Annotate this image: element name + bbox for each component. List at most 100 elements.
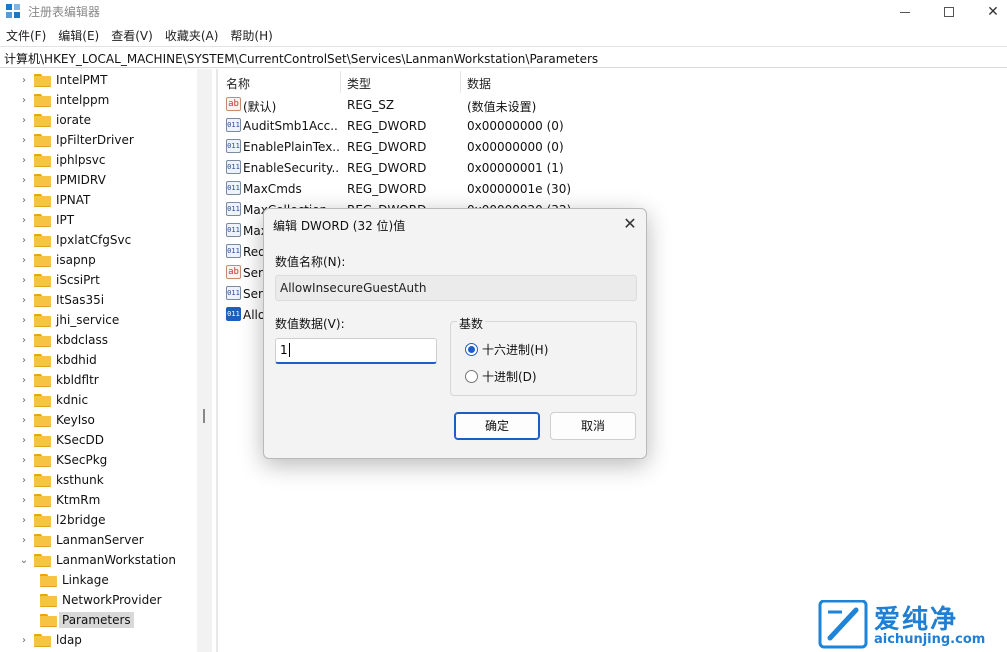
pane-splitter[interactable] (216, 69, 218, 652)
tree-item[interactable]: › ItSas35i (18, 290, 104, 310)
folder-icon (34, 233, 51, 247)
chevron-right-icon[interactable]: › (18, 234, 30, 246)
binary-value-icon: 011 (226, 244, 241, 258)
menu-view[interactable]: 查看(V) (105, 25, 159, 45)
tree-item[interactable]: › IPT (18, 210, 74, 230)
tree-item-label: kbdclass (56, 333, 108, 347)
chevron-right-icon[interactable]: › (18, 134, 30, 146)
tree-item[interactable]: › iphlpsvc (18, 150, 105, 170)
chevron-down-icon[interactable]: ⌄ (18, 554, 30, 566)
chevron-right-icon[interactable]: › (18, 154, 30, 166)
dialog-close-button[interactable]: ✕ (620, 214, 640, 234)
value-name-cell: AuditSmb1Acc... (243, 119, 339, 133)
tree-item[interactable]: Linkage (40, 570, 109, 590)
close-window-button[interactable]: ✕ (970, 0, 1007, 24)
chevron-right-icon[interactable]: › (18, 74, 30, 86)
chevron-right-icon[interactable]: › (18, 394, 30, 406)
tree-item[interactable]: › ksthunk (18, 470, 104, 490)
tree-item-label: kbldfltr (56, 373, 99, 387)
column-header-type[interactable]: 类型 (341, 71, 461, 93)
column-header-data[interactable]: 数据 (461, 71, 621, 93)
chevron-right-icon[interactable]: › (18, 194, 30, 206)
chevron-right-icon[interactable]: › (18, 414, 30, 426)
chevron-right-icon[interactable]: › (18, 374, 30, 386)
chevron-right-icon[interactable]: › (18, 634, 30, 646)
tree-item[interactable]: › IPNAT (18, 190, 90, 210)
tree-item[interactable]: › IntelPMT (18, 70, 108, 90)
ok-button[interactable]: 确定 (454, 412, 540, 440)
menu-edit[interactable]: 编辑(E) (52, 25, 105, 45)
value-row[interactable]: 011 AuditSmb1Acc... REG_DWORD 0x00000000 (0… (220, 116, 1007, 137)
chevron-right-icon[interactable]: › (18, 214, 30, 226)
tree-item[interactable]: › KeyIso (18, 410, 95, 430)
chevron-right-icon[interactable]: › (18, 514, 30, 526)
title-bar: 注册表编辑器 ✕ (0, 0, 1007, 24)
chevron-right-icon[interactable]: › (18, 294, 30, 306)
radio-hex[interactable]: 十六进制(H) (465, 340, 548, 358)
tree-item-label: iScsiPrt (56, 273, 100, 287)
tree-item[interactable]: ⌄ LanmanWorkstation (18, 550, 176, 570)
tree-item[interactable]: NetworkProvider (40, 590, 162, 610)
chevron-right-icon[interactable]: › (18, 354, 30, 366)
chevron-right-icon[interactable]: › (18, 174, 30, 186)
tree-scrollbar[interactable] (197, 69, 212, 652)
tree-item[interactable]: › kdnic (18, 390, 88, 410)
value-data-input[interactable]: 1 (275, 338, 437, 364)
chevron-right-icon[interactable]: › (18, 334, 30, 346)
tree-item-label: IPMIDRV (56, 173, 106, 187)
value-type-cell: REG_DWORD (347, 119, 427, 133)
tree-item[interactable]: › IpxlatCfgSvc (18, 230, 131, 250)
registry-tree: › IntelPMT › intelppm › iorate › IpFilterDriver… (0, 69, 197, 652)
tree-item[interactable]: › LanmanServer (18, 530, 144, 550)
chevron-right-icon[interactable]: › (18, 494, 30, 506)
tree-item[interactable]: › IPMIDRV (18, 170, 106, 190)
tree-item[interactable]: › iScsiPrt (18, 270, 100, 290)
tree-item[interactable]: › ldap (18, 630, 82, 650)
chevron-right-icon[interactable]: › (18, 274, 30, 286)
chevron-right-icon[interactable]: › (18, 254, 30, 266)
value-type-cell: REG_DWORD (347, 182, 427, 196)
column-header-name[interactable]: 名称 (220, 71, 341, 93)
tree-item[interactable]: › intelppm (18, 90, 109, 110)
maximize-button[interactable] (926, 0, 972, 24)
tree-item[interactable]: › isapnp (18, 250, 96, 270)
chevron-right-icon[interactable]: › (18, 454, 30, 466)
tree-item[interactable]: › IpFilterDriver (18, 130, 134, 150)
value-row[interactable]: 011 MaxCmds REG_DWORD 0x0000001e (30) (220, 179, 1007, 200)
tree-item[interactable]: › KSecDD (18, 430, 104, 450)
value-type-cell: REG_SZ (347, 98, 395, 112)
binary-value-icon: 011 (226, 160, 241, 174)
tree-item[interactable]: › l2bridge (18, 510, 105, 530)
folder-icon (40, 573, 57, 587)
tree-item[interactable]: › kbdhid (18, 350, 97, 370)
chevron-right-icon[interactable]: › (18, 314, 30, 326)
chevron-right-icon[interactable]: › (18, 534, 30, 546)
menu-file[interactable]: 文件(F) (0, 25, 52, 45)
minimize-button[interactable] (882, 0, 928, 24)
radio-dec[interactable]: 十进制(D) (465, 367, 537, 385)
tree-item[interactable]: › jhi_service (18, 310, 119, 330)
value-name-cell: EnableSecurity... (243, 161, 339, 175)
chevron-right-icon[interactable]: › (18, 94, 30, 106)
tree-item[interactable]: › iorate (18, 110, 91, 130)
tree-item[interactable]: › kbdclass (18, 330, 108, 350)
value-row[interactable]: 011 EnablePlainTex... REG_DWORD 0x00000000 … (220, 137, 1007, 158)
value-row[interactable]: ab (默认) REG_SZ (数值未设置) (220, 95, 1007, 116)
scrollbar-thumb[interactable] (203, 409, 205, 423)
menu-help[interactable]: 帮助(H) (224, 25, 278, 45)
tree-item[interactable]: › kbldfltr (18, 370, 99, 390)
address-bar[interactable]: 计算机\HKEY_LOCAL_MACHINE\SYSTEM\CurrentCon… (0, 46, 1007, 68)
radio-hex-indicator[interactable] (465, 342, 478, 356)
tree-item[interactable]: Parameters (40, 610, 134, 630)
menu-favorites[interactable]: 收藏夹(A) (159, 25, 225, 45)
tree-item[interactable]: › KSecPkg (18, 450, 107, 470)
chevron-right-icon[interactable]: › (18, 114, 30, 126)
tree-item-label: KeyIso (56, 413, 95, 427)
value-row[interactable]: 011 EnableSecurity... REG_DWORD 0x00000001 … (220, 158, 1007, 179)
cancel-button[interactable]: 取消 (550, 412, 636, 440)
value-data-cell: 0x00000001 (1) (467, 161, 564, 175)
chevron-right-icon[interactable]: › (18, 474, 30, 486)
tree-item[interactable]: › KtmRm (18, 490, 100, 510)
chevron-right-icon[interactable]: › (18, 434, 30, 446)
radio-dec-indicator[interactable] (465, 369, 478, 383)
